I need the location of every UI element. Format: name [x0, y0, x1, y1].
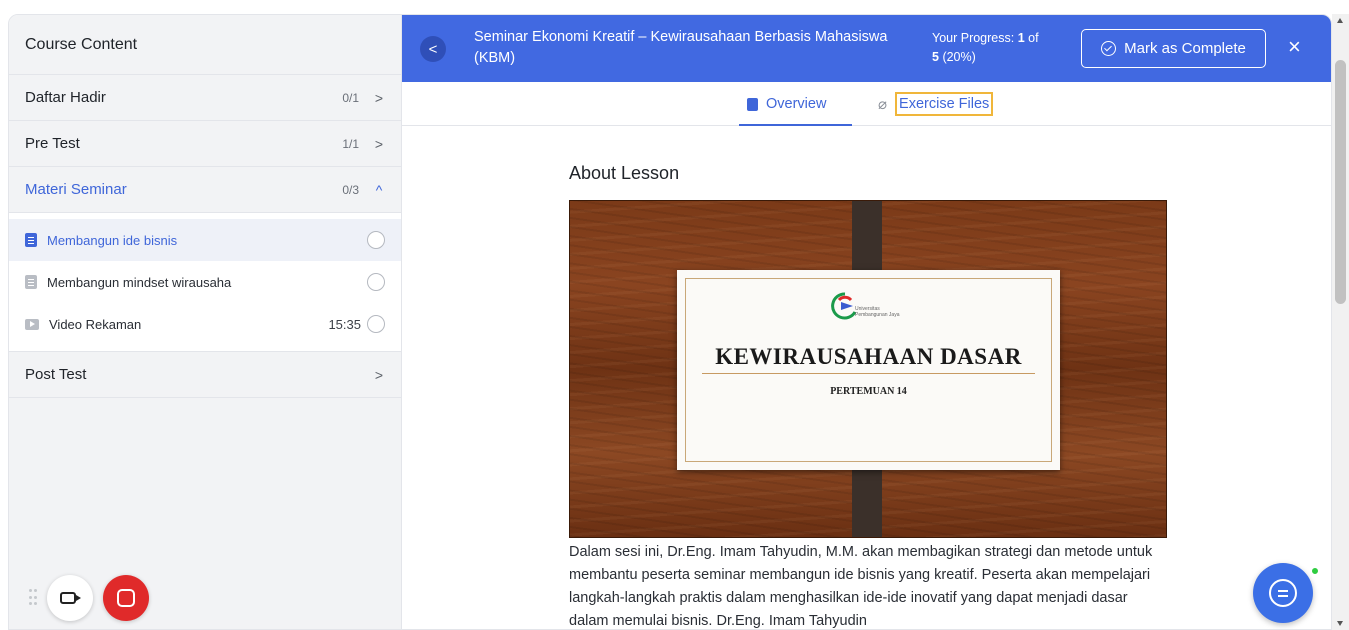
topic-count: 1/1	[342, 136, 359, 151]
mark-complete-button[interactable]: Mark as Complete	[1081, 29, 1266, 68]
tab-label: Overview	[766, 96, 827, 112]
progress-value: 1	[1017, 31, 1025, 45]
document-icon	[25, 233, 37, 247]
chat-button[interactable]	[1253, 563, 1313, 623]
video-icon	[25, 318, 39, 330]
scroll-up-icon[interactable]	[1337, 18, 1343, 23]
completion-circle-icon[interactable]	[367, 231, 385, 249]
progress-of: of	[1028, 31, 1039, 45]
lesson-duration: 15:35	[328, 316, 361, 332]
online-status-dot	[1311, 567, 1319, 575]
lesson-title: Video Rekaman	[49, 316, 142, 332]
lesson-title: Membangun ide bisnis	[47, 232, 178, 248]
progress-percent: (20%)	[942, 50, 976, 64]
tab-label: Exercise Files	[895, 92, 994, 116]
lesson-slide-image: Universitas Pembangunan Jaya KEWIRAUSAHA…	[569, 200, 1167, 538]
lesson-title: Membangun mindset wirausaha	[47, 274, 232, 290]
slide-title: KEWIRAUSAHAAN DASAR	[715, 344, 1022, 369]
check-circle-icon	[1101, 41, 1117, 56]
stop-icon	[117, 589, 135, 607]
course-sidebar: Course Content Daftar Hadir 0/1 > Pre Te…	[9, 15, 402, 629]
mark-complete-label: Mark as Complete	[1124, 40, 1246, 57]
topic-title: Materi Seminar	[25, 181, 127, 198]
slide-card: Universitas Pembangunan Jaya KEWIRAUSAHA…	[677, 270, 1060, 470]
camera-icon	[60, 592, 81, 604]
tab-overview[interactable]: Overview	[738, 82, 853, 126]
topic-daftar-hadir[interactable]: Daftar Hadir 0/1 >	[9, 75, 401, 121]
paperclip-icon: ⌀	[878, 96, 888, 113]
topic-title: Pre Test	[25, 135, 80, 152]
topic-title: Post Test	[25, 366, 87, 383]
topic-materi-seminar[interactable]: Materi Seminar 0/3 ^	[9, 167, 401, 213]
chevron-right-icon: >	[374, 135, 384, 152]
lesson-item-membangun-mindset[interactable]: Membangun mindset wirausaha	[9, 261, 401, 303]
sidebar-header: Course Content	[9, 15, 401, 75]
lesson-description: Dalam sesi ini, Dr.Eng. Imam Tahyudin, M…	[569, 544, 1153, 629]
document-icon	[747, 97, 758, 111]
course-title: Seminar Ekonomi Kreatif – Kewirausahaan …	[474, 29, 888, 66]
chevron-left-icon: <	[428, 40, 438, 58]
screen-recorder-widget	[29, 575, 149, 621]
drag-handle-icon[interactable]	[29, 589, 37, 607]
tab-exercise-files[interactable]: ⌀ Exercise Files	[878, 82, 994, 126]
completion-circle-icon[interactable]	[367, 315, 385, 333]
lesson-item-membangun-ide-bisnis[interactable]: Membangun ide bisnis	[9, 219, 401, 261]
lesson-content: About Lesson Universitas Pembangunan Jay…	[402, 127, 1331, 629]
chat-icon	[1269, 579, 1297, 607]
progress-total: 5	[932, 50, 939, 64]
completion-circle-icon[interactable]	[367, 273, 385, 291]
app-frame: Course Content Daftar Hadir 0/1 > Pre Te…	[8, 14, 1332, 630]
lesson-list: Membangun ide bisnis Membangun mindset w…	[9, 213, 401, 352]
page-scrollbar[interactable]	[1332, 14, 1349, 630]
about-lesson-heading: About Lesson	[569, 163, 680, 183]
progress-label: Your Progress:	[932, 31, 1015, 45]
chevron-right-icon: >	[374, 366, 384, 383]
lesson-tabs: Overview ⌀ Exercise Files	[402, 82, 1331, 126]
document-icon	[25, 275, 37, 289]
topic-count: 0/1	[342, 90, 359, 105]
stop-recording-button[interactable]	[103, 575, 149, 621]
back-button[interactable]: <	[420, 36, 446, 62]
lesson-topbar: < Seminar Ekonomi Kreatif – Kewirausahaa…	[402, 15, 1331, 82]
topic-pre-test[interactable]: Pre Test 1/1 >	[9, 121, 401, 167]
logo-text: Universitas Pembangunan Jaya	[855, 306, 900, 318]
topic-post-test[interactable]: Post Test >	[9, 352, 401, 398]
scrollbar-thumb[interactable]	[1335, 60, 1346, 304]
chevron-right-icon: >	[374, 89, 384, 106]
progress-indicator: Your Progress: 1 of 5 (20%)	[932, 29, 1072, 67]
camera-toggle-button[interactable]	[47, 575, 93, 621]
topic-title: Daftar Hadir	[25, 89, 106, 106]
close-icon[interactable]: ×	[1288, 34, 1301, 60]
chevron-up-icon: ^	[375, 181, 383, 198]
slide-subtitle: PERTEMUAN 14	[830, 386, 907, 397]
scroll-down-icon[interactable]	[1337, 621, 1343, 626]
lesson-item-video-rekaman[interactable]: Video Rekaman 15:35	[9, 303, 401, 345]
topic-count: 0/3	[342, 182, 359, 197]
